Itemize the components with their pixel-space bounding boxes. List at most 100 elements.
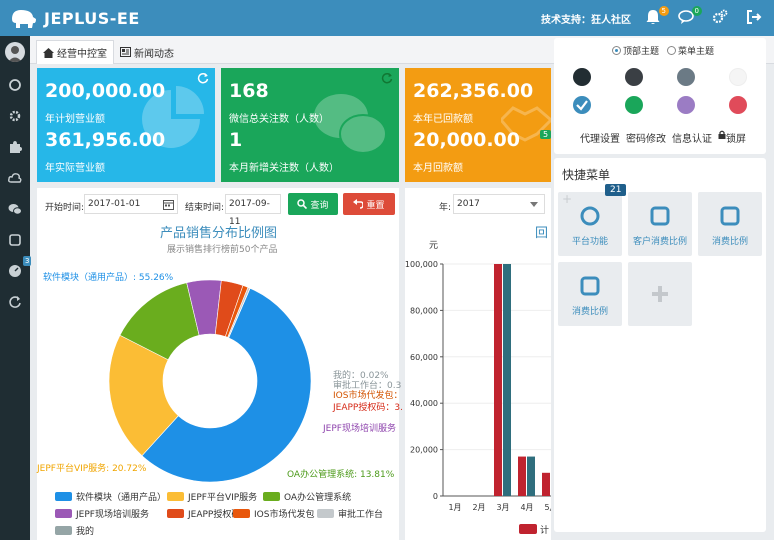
wechat-followers-label: 微信总关注数（人数） [229, 114, 329, 125]
tab-dashboard[interactable]: 经营中控室 [36, 40, 114, 64]
sidebar-item-settings[interactable] [8, 109, 22, 123]
quick-item-label: 消费比例 [571, 307, 608, 317]
theme-swatch[interactable] [729, 68, 747, 86]
refresh-icon[interactable] [381, 72, 393, 84]
theme-swatch[interactable] [729, 96, 747, 114]
legend-label: JEPF平台VIP服务 [188, 493, 258, 503]
bar[interactable] [503, 264, 511, 496]
quick-menu-title: 快捷菜单 [562, 168, 611, 182]
legend-item[interactable]: 软件模块（通用产品） [55, 490, 166, 503]
tab-label: 新闻动态 [134, 48, 174, 60]
notification-button[interactable]: 5 [645, 6, 669, 27]
legend-label: 我的 [76, 527, 95, 537]
top-theme-label: 顶部主题 [623, 47, 660, 57]
x-tick-label: 5月 [544, 503, 551, 512]
sidebar-item-plugins[interactable] [8, 140, 22, 154]
quick-item-consumption-ratio[interactable]: 消费比例 [698, 192, 762, 256]
quick-item-label: 消费比例 [711, 237, 748, 247]
messages-button[interactable]: 0 [678, 6, 702, 27]
annual-payment-label: 本年已回款额 [413, 114, 473, 125]
legend-label: JEPF现场培训服务 [76, 510, 149, 520]
actual-revenue-value: 361,956.00 [45, 129, 166, 151]
proxy-settings-link[interactable]: 代理设置 [580, 130, 620, 145]
tab-news[interactable]: 新闻动态 [114, 40, 180, 64]
theme-swatch[interactable] [677, 96, 695, 114]
drag-plus-icon[interactable]: + [562, 192, 572, 206]
bar[interactable] [518, 456, 526, 496]
plus-icon [652, 286, 668, 302]
top-theme-radio[interactable] [612, 46, 621, 55]
quick-item-customer-ratio[interactable]: 客户消费比例 [628, 192, 692, 256]
support-label[interactable]: 技术支持：狂人社区 [541, 11, 631, 26]
legend-swatch [55, 509, 72, 518]
legend-swatch [317, 509, 334, 518]
legend-item[interactable]: JEPF平台VIP服务 [167, 490, 257, 503]
quick-item-add[interactable] [628, 262, 692, 326]
lock-screen-label: 锁屏 [726, 134, 746, 145]
menu-theme-radio[interactable] [667, 46, 677, 55]
check-icon [576, 100, 588, 111]
change-password-link[interactable]: 密码修改 [626, 130, 666, 145]
quick-item-consumption-ratio-2[interactable]: 消费比例 [558, 262, 622, 326]
legend-item[interactable]: 我的 [55, 524, 94, 537]
bar[interactable] [527, 456, 535, 496]
brand-name: JEPLUS-EE [44, 8, 140, 28]
legend-item[interactable]: JEAPP授权码 [167, 507, 240, 520]
brand-logo[interactable]: JEPLUS-EE [8, 5, 140, 31]
theme-swatch[interactable] [625, 96, 643, 114]
quick-menu-badge: 21 [605, 184, 627, 196]
sidebar-item-circle[interactable] [8, 78, 22, 92]
square-icon [580, 276, 600, 296]
x-tick-label: 4月 [520, 503, 533, 512]
planned-revenue-label: 年计划营业额 [45, 114, 105, 125]
slice-label-oa: OA办公管理系统: 13.81% [287, 470, 395, 480]
theme-panel: 顶部主题 菜单主题 5 代理设置 密码修改 信息认证 锁屏 [540, 38, 766, 154]
sidebar-item-square[interactable] [8, 233, 22, 247]
legend-item[interactable]: 审批工作台 [317, 507, 383, 520]
gear-icon [9, 110, 21, 122]
sidebar-item-refresh[interactable] [8, 295, 22, 309]
lock-screen-link[interactable]: 锁屏 [718, 130, 746, 145]
tab-label: 经营中控室 [57, 49, 107, 60]
stat-card-wechat: 168 微信总关注数（人数） 1 本月新增关注数（人数） [221, 68, 399, 182]
bell-badge: 5 [658, 6, 669, 16]
sidebar: 3 [0, 36, 32, 540]
bar[interactable] [542, 472, 550, 496]
bar[interactable] [494, 264, 502, 496]
sidebar-item-cloud[interactable] [8, 171, 22, 185]
theme-badge: 5 [540, 130, 552, 139]
slice-label-jeapp: JEAPP授权码：3. [333, 403, 403, 413]
home-icon [43, 47, 54, 58]
monthly-new-followers-label: 本月新增关注数（人数） [229, 163, 339, 174]
sidebar-item-wechat[interactable] [8, 202, 22, 216]
x-tick-label: 3月 [496, 503, 509, 512]
slice-label-software: 软件模块（通用产品）: 55.26% [43, 273, 174, 283]
refresh-icon[interactable] [197, 72, 209, 84]
theme-swatch[interactable] [677, 68, 695, 86]
logout-button[interactable] [746, 9, 764, 27]
slice-label-vip: JEPF平台VIP服务: 20.72% [37, 464, 147, 474]
square-icon [650, 206, 670, 226]
circle-icon [580, 206, 600, 226]
square-icon [9, 234, 21, 246]
sidebar-item-dashboard[interactable] [8, 264, 22, 278]
y-tick-label: 100,000 [405, 260, 438, 269]
pie-chart-panel: 开始时间: 2017-01-01 结束时间: 2017-09-11 查询 重置 … [37, 188, 403, 540]
x-tick-label: 1月 [448, 503, 461, 512]
avatar[interactable] [5, 42, 25, 62]
pie-chart [108, 279, 312, 483]
elephant-logo-icon [12, 10, 36, 28]
theme-swatch[interactable] [573, 96, 591, 114]
settings-button[interactable] [712, 9, 730, 27]
bar-chart-panel: 年: 2017 回 元 0 20,000 40,000 60,000 80,000 100,… [405, 188, 551, 540]
theme-swatch[interactable] [625, 68, 643, 86]
identity-verify-link[interactable]: 信息认证 [672, 130, 712, 145]
newspaper-icon [120, 47, 131, 57]
legend-item[interactable]: IOS市场代发包 [233, 507, 314, 520]
legend-swatch [55, 526, 72, 535]
monthly-new-followers-value: 1 [229, 129, 243, 151]
legend-item[interactable]: OA办公管理系统 [263, 490, 351, 503]
theme-swatch[interactable] [573, 68, 591, 86]
legend-item[interactable]: JEPF现场培训服务 [55, 507, 149, 520]
stat-card-payments: 262,356.00 本年已回款额 20,000.00 本月回款额 [405, 68, 551, 182]
